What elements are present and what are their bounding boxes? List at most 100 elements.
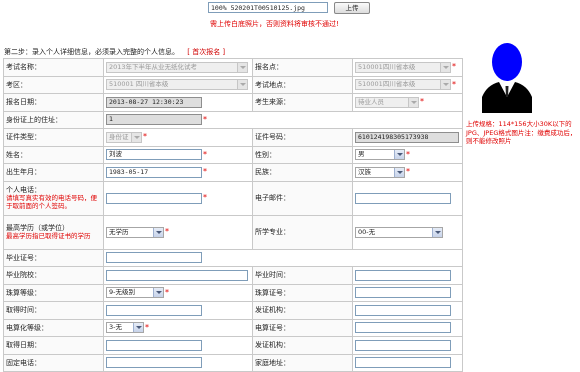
issuer1-cell (352, 301, 463, 320)
form-row: 身份证上的住址： 1 * (3, 110, 463, 129)
exam-area-cell: 510001 四川省本级 (103, 75, 253, 94)
gender-select[interactable]: 男 (355, 149, 405, 161)
comp-level-select[interactable]: 3-无 (106, 322, 144, 334)
birth-field[interactable]: 1983-05-17 (106, 166, 202, 178)
exam-point-cell: 510001四川省本级 * (352, 58, 463, 77)
chevron-down-icon (133, 323, 143, 333)
exam-point-select[interactable]: 510001四川省本级 (355, 61, 451, 73)
ethnicity-label: 民族： (252, 163, 353, 182)
form-row: 最高学历（或学位） 最高学历指已取得证书的学历 无学历 * 所学专业： 00-无 (3, 214, 463, 250)
exam-area-select[interactable]: 510001 四川省本级 (106, 79, 248, 91)
chevron-down-icon (237, 62, 247, 72)
form-row: 证件类型： 身份证 * 证件号码： 610124198305173938 (3, 128, 463, 147)
major-value: 00-无 (358, 227, 376, 236)
form-row: 取得时间： 发证机构： (3, 301, 463, 320)
grad-time-cell (352, 266, 463, 285)
comp-cert-field[interactable] (355, 322, 451, 334)
home-address-field[interactable] (355, 357, 451, 369)
education-label-cell: 最高学历（或学位） 最高学历指已取得证书的学历 (3, 214, 104, 250)
email-field[interactable] (355, 192, 451, 204)
gender-cell: 男 * (352, 145, 463, 164)
education-cell: 无学历 * (103, 214, 253, 250)
step-header: 第二步：录入个人详细信息，必须录入完整的个人信息。 [ 首次报名 ] (4, 47, 225, 57)
upload-button[interactable]: 上传 (334, 2, 370, 14)
issuer2-field[interactable] (355, 339, 451, 351)
landline-field[interactable] (106, 357, 202, 369)
landline-label: 固定电话： (3, 353, 104, 372)
required-star-icon: * (406, 149, 410, 159)
form-row: 姓名： 刘波 * 性别： 男 * (3, 145, 463, 164)
obtain-time1-field[interactable] (106, 304, 202, 316)
first-registration-link[interactable]: [ 首次报名 ] (187, 48, 225, 56)
comp-level-cell: 3-无 * (103, 318, 253, 337)
obtain-time2-field[interactable] (106, 339, 202, 351)
exam-site-cell: 510001四川省本级 * (352, 75, 463, 94)
required-star-icon: * (203, 149, 207, 159)
household-label: 身份证上的住址： (3, 110, 104, 129)
ethnicity-select[interactable]: 汉族 (355, 166, 405, 178)
grad-cert-field[interactable] (106, 252, 202, 264)
comp-level-value: 3-无 (109, 323, 122, 332)
grad-cert-cell (103, 248, 463, 267)
source-cell: 待业人员 * (352, 93, 463, 112)
reg-date-cell: 2013-08-27 12:30:23 (103, 93, 253, 112)
chevron-down-icon (237, 80, 247, 90)
required-star-icon: * (145, 322, 149, 332)
education-select[interactable]: 无学历 (106, 226, 164, 238)
gender-value: 男 (358, 150, 365, 159)
calc-level-select[interactable]: 9-无级别 (106, 287, 164, 299)
ethnicity-cell: 汉族 * (352, 163, 463, 182)
phone-note: 请填写真实有效的电话号码，便于取前面的个人签码。 (6, 194, 97, 210)
name-field[interactable]: 刘波 (106, 149, 202, 161)
education-label: 最高学历（或学位） (6, 224, 69, 232)
education-note: 最高学历指已取得证书的学历 (6, 232, 91, 240)
exam-name-select[interactable]: 2013年下半年从业无纸化试考 (106, 61, 248, 73)
grad-school-label: 毕业院校： (3, 266, 104, 285)
grad-time-field[interactable] (355, 269, 451, 281)
chevron-down-icon (394, 167, 404, 177)
calc-level-cell: 9-无级别 * (103, 283, 253, 302)
calc-cert-field[interactable] (355, 287, 451, 299)
education-value: 无学历 (109, 227, 129, 236)
form-row: 考试名称： 2013年下半年从业无纸化试考 报名点： 510001四川省本级 * (3, 58, 463, 77)
source-select[interactable]: 待业人员 (355, 96, 419, 108)
issuer1-field[interactable] (355, 304, 451, 316)
obtain-time1-label: 取得时间： (3, 301, 104, 320)
issuer2-cell (352, 336, 463, 355)
form-row: 电算化等级： 3-无 * 电算证号： (3, 318, 463, 337)
obtain-time2-cell (103, 336, 253, 355)
form-row: 取得日期： 发证机构： (3, 336, 463, 355)
household-field[interactable]: 1 (106, 114, 202, 126)
registration-form: 考试名称： 2013年下半年从业无纸化试考 报名点： 510001四川省本级 * … (3, 58, 463, 372)
photo-spec-note: 上传规格：114*156大小30K以下的JPG、JPEG格式图片注：缴费成功后，… (466, 120, 577, 145)
form-row: 毕业证号： (3, 248, 463, 267)
chevron-down-icon (153, 288, 163, 298)
id-number-field[interactable]: 610124198305173938 (355, 131, 459, 143)
reg-date-field[interactable]: 2013-08-27 12:30:23 (106, 96, 202, 108)
calc-cert-cell (352, 283, 463, 302)
comp-level-label: 电算化等级： (3, 318, 104, 337)
form-row: 珠算等级： 9-无级别 * 珠算证号： (3, 283, 463, 302)
major-select[interactable]: 00-无 (355, 226, 443, 238)
household-cell: 1 * (103, 110, 463, 129)
chevron-down-icon (394, 150, 404, 160)
required-star-icon: * (143, 132, 147, 142)
required-star-icon: * (203, 114, 207, 124)
obtain-time1-cell (103, 301, 253, 320)
issuer1-label: 发证机构： (252, 301, 353, 320)
exam-site-select[interactable]: 510001四川省本级 (355, 79, 451, 91)
photo-preview (479, 35, 535, 113)
file-path-input[interactable]: 100% 520201T00510125.jpg (208, 2, 328, 13)
name-cell: 刘波 * (103, 145, 253, 164)
exam-area-value: 510001 四川省本级 (109, 80, 169, 89)
id-type-label: 证件类型： (3, 128, 104, 147)
calc-level-label: 珠算等级： (3, 283, 104, 302)
upload-hint: 需上传白底照片，否则资料将审核不通过! (210, 20, 339, 28)
grad-school-field[interactable] (106, 269, 248, 281)
exam-name-label: 考试名称： (3, 58, 104, 77)
chevron-down-icon (440, 80, 450, 90)
required-star-icon: * (165, 287, 169, 297)
id-type-select[interactable]: 身份证 (106, 131, 142, 143)
exam-point-label: 报名点： (252, 58, 353, 77)
phone-field[interactable] (106, 192, 202, 204)
